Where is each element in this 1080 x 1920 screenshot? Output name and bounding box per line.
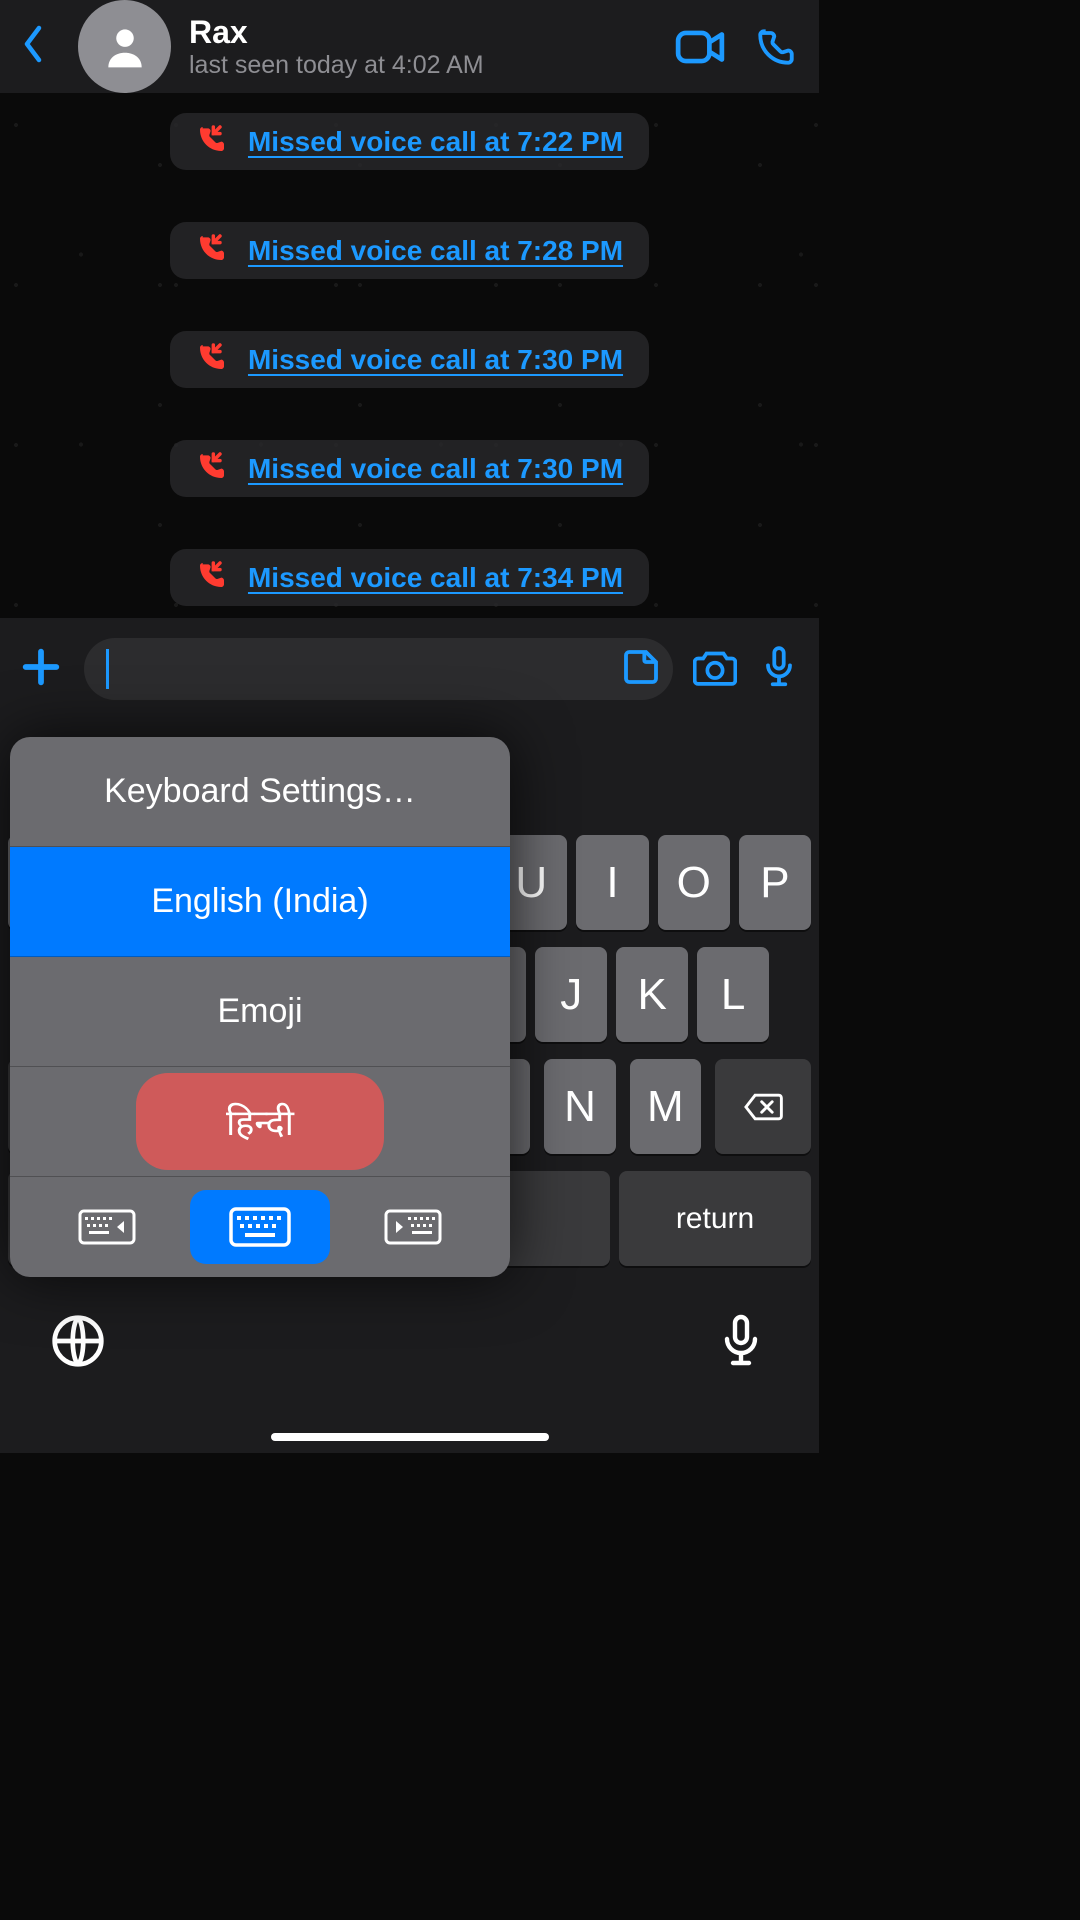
chat-area[interactable]: Missed voice call at 7:22 PM Missed voic… (0, 93, 819, 618)
contact-status: last seen today at 4:02 AM (189, 51, 649, 80)
key-k[interactable]: K (616, 947, 688, 1042)
key-l[interactable]: L (697, 947, 769, 1042)
return-key[interactable]: return (619, 1171, 811, 1266)
video-call-button[interactable] (675, 22, 725, 72)
voice-call-button[interactable] (751, 22, 801, 72)
hindi-label: हिन्दी (136, 1073, 384, 1170)
key-o[interactable]: O (658, 835, 730, 930)
missed-call-notice[interactable]: Missed voice call at 7:30 PM (0, 440, 819, 497)
key-p[interactable]: P (739, 835, 811, 930)
contact-name: Rax (189, 14, 649, 51)
missed-call-notice[interactable]: Missed voice call at 7:30 PM (0, 331, 819, 388)
attachment-button[interactable] (18, 644, 64, 695)
message-input[interactable] (84, 638, 673, 700)
sticker-button[interactable] (621, 647, 661, 692)
keyboard-layout-selector (10, 1177, 510, 1277)
dictation-button[interactable] (713, 1313, 769, 1374)
voice-message-button[interactable] (757, 645, 801, 694)
contact-avatar[interactable] (78, 0, 171, 93)
keyboard-settings-option[interactable]: Keyboard Settings… (10, 737, 510, 847)
key-m[interactable]: M (630, 1059, 701, 1154)
keyboard-english-option[interactable]: English (India) (10, 847, 510, 957)
keyboard-bottom-bar (0, 1283, 819, 1403)
keyboard-layout-full[interactable] (190, 1190, 330, 1264)
missed-call-text: Missed voice call at 7:30 PM (248, 344, 623, 376)
key-n[interactable]: N (544, 1059, 615, 1154)
message-input-bar (0, 618, 819, 720)
backspace-key[interactable] (715, 1059, 811, 1154)
globe-button[interactable] (50, 1313, 106, 1374)
keyboard-layout-right[interactable] (343, 1190, 483, 1264)
keyboard-hindi-option[interactable]: हिन्दी (10, 1067, 510, 1177)
keyboard-layout-left[interactable] (37, 1190, 177, 1264)
camera-button[interactable] (693, 645, 737, 694)
keyboard-switcher-popup: Keyboard Settings… English (India) Emoji… (10, 737, 510, 1277)
missed-call-icon (196, 559, 228, 596)
keyboard-emoji-option[interactable]: Emoji (10, 957, 510, 1067)
text-cursor (106, 649, 109, 689)
missed-call-notice[interactable]: Missed voice call at 7:22 PM (0, 113, 819, 170)
missed-call-icon (196, 341, 228, 378)
missed-call-icon (196, 232, 228, 269)
key-j[interactable]: J (535, 947, 607, 1042)
contact-info[interactable]: Rax last seen today at 4:02 AM (189, 14, 649, 80)
back-button[interactable] (18, 24, 48, 69)
key-i[interactable]: I (576, 835, 648, 930)
missed-call-text: Missed voice call at 7:34 PM (248, 562, 623, 594)
missed-call-icon (196, 123, 228, 160)
missed-call-text: Missed voice call at 7:22 PM (248, 126, 623, 158)
home-indicator[interactable] (271, 1433, 549, 1441)
missed-call-icon (196, 450, 228, 487)
missed-call-text: Missed voice call at 7:30 PM (248, 453, 623, 485)
missed-call-notice[interactable]: Missed voice call at 7:28 PM (0, 222, 819, 279)
chat-header: Rax last seen today at 4:02 AM (0, 0, 819, 93)
missed-call-text: Missed voice call at 7:28 PM (248, 235, 623, 267)
missed-call-notice[interactable]: Missed voice call at 7:34 PM (0, 549, 819, 606)
